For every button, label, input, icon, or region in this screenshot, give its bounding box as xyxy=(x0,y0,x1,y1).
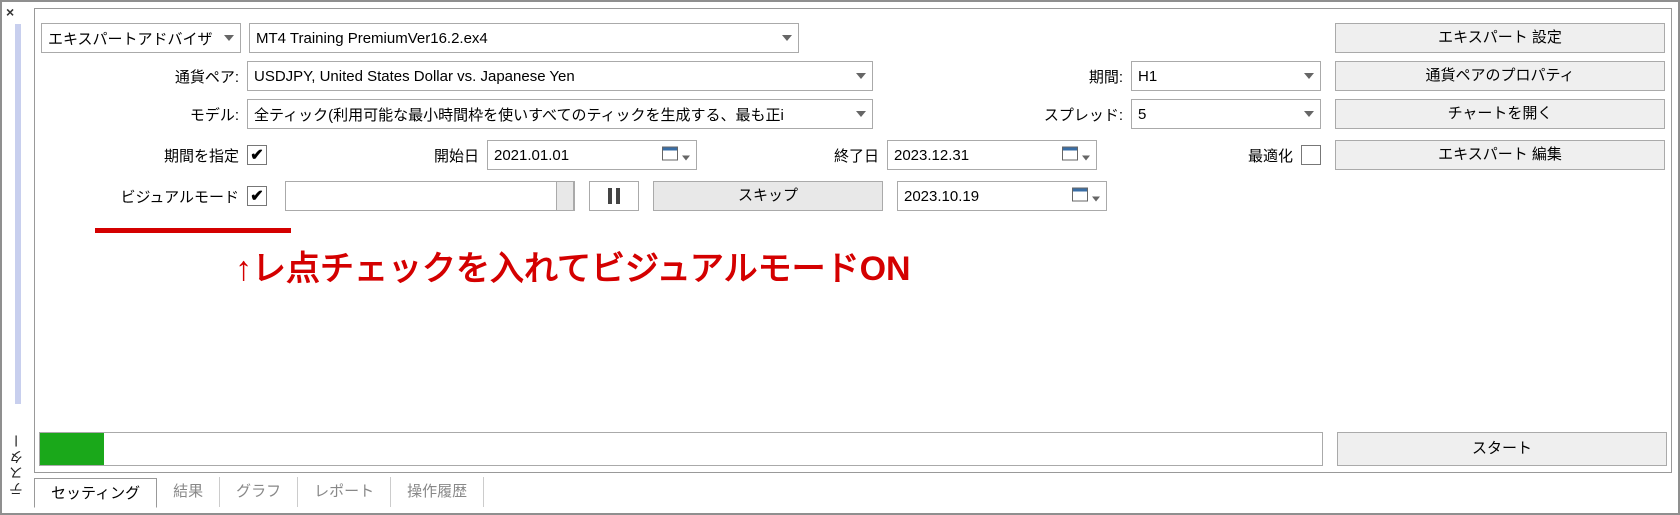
tab-results[interactable]: 結果 xyxy=(157,477,220,507)
from-label: 開始日 xyxy=(417,145,487,166)
expert-type-combo[interactable]: エキスパートアドバイザ xyxy=(41,23,241,53)
annotation-underline xyxy=(95,228,291,233)
rail-title: テスター xyxy=(6,432,26,496)
calendar-icon xyxy=(1062,147,1090,164)
open-chart-button[interactable]: チャートを開く xyxy=(1335,99,1665,129)
chevron-down-icon xyxy=(1304,111,1314,117)
calendar-icon xyxy=(1072,188,1100,205)
speed-slider[interactable] xyxy=(285,181,575,211)
tab-journal[interactable]: 操作履歴 xyxy=(391,477,484,507)
close-icon[interactable]: × xyxy=(6,4,14,20)
expert-type-label: エキスパートアドバイザ xyxy=(48,28,213,49)
spread-value: 5 xyxy=(1138,106,1146,123)
pause-bar-icon xyxy=(616,188,620,204)
tab-graph[interactable]: グラフ xyxy=(220,477,298,507)
optimize-label: 最適化 xyxy=(1231,145,1301,166)
chevron-down-icon xyxy=(224,35,234,41)
expert-file-combo[interactable]: MT4 Training PremiumVer16.2.ex4 xyxy=(249,23,799,53)
symbol-value: USDJPY, United States Dollar vs. Japanes… xyxy=(254,68,575,85)
skip-button[interactable]: スキップ xyxy=(653,181,883,211)
visual-date-input[interactable]: 2023.10.19 xyxy=(897,181,1107,211)
chevron-down-icon xyxy=(856,73,866,79)
tester-panel: エキスパートアドバイザ MT4 Training PremiumVer16.2.… xyxy=(34,8,1672,473)
symbol-label: 通貨ペア: xyxy=(41,66,247,87)
period-combo[interactable]: H1 xyxy=(1131,61,1321,91)
start-button[interactable]: スタート xyxy=(1337,432,1667,466)
calendar-icon xyxy=(662,147,690,164)
annotation-text: ↑レ点チェックを入れてビジュアルモードON xyxy=(235,241,911,290)
chevron-down-icon xyxy=(1304,73,1314,79)
to-date-value: 2023.12.31 xyxy=(894,147,969,164)
rail-indicator xyxy=(15,24,21,404)
modify-expert-button[interactable]: エキスパート 編集 xyxy=(1335,140,1665,170)
to-label: 終了日 xyxy=(817,145,887,166)
symbol-properties-button[interactable]: 通貨ペアのプロパティ xyxy=(1335,61,1665,91)
expert-file-value: MT4 Training PremiumVer16.2.ex4 xyxy=(256,30,488,47)
pause-bar-icon xyxy=(608,188,612,204)
period-value: H1 xyxy=(1138,68,1157,85)
pause-button[interactable] xyxy=(589,181,639,211)
visual-mode-checkbox[interactable] xyxy=(247,186,267,206)
progress-bar xyxy=(39,432,1323,466)
bottom-tabs: セッティング 結果 グラフ レポート 操作履歴 xyxy=(34,475,484,507)
chevron-down-icon xyxy=(856,111,866,117)
spread-label: スプレッド: xyxy=(1011,104,1131,125)
use-date-label: 期間を指定 xyxy=(41,145,247,166)
to-date-input[interactable]: 2023.12.31 xyxy=(887,140,1097,170)
slider-thumb[interactable] xyxy=(556,181,574,211)
optimize-checkbox[interactable] xyxy=(1301,145,1321,165)
use-date-checkbox[interactable] xyxy=(247,145,267,165)
visual-mode-label: ビジュアルモード xyxy=(41,186,247,207)
model-combo[interactable]: 全ティック(利用可能な最小時間枠を使いすべてのティックを生成する、最も正i xyxy=(247,99,873,129)
visual-date-value: 2023.10.19 xyxy=(904,188,979,205)
symbol-combo[interactable]: USDJPY, United States Dollar vs. Japanes… xyxy=(247,61,873,91)
model-value: 全ティック(利用可能な最小時間枠を使いすべてのティックを生成する、最も正i xyxy=(254,104,784,125)
tab-settings[interactable]: セッティング xyxy=(34,478,157,508)
from-date-input[interactable]: 2021.01.01 xyxy=(487,140,697,170)
chevron-down-icon xyxy=(782,35,792,41)
model-label: モデル: xyxy=(41,104,247,125)
tab-report[interactable]: レポート xyxy=(298,477,391,507)
from-date-value: 2021.01.01 xyxy=(494,147,569,164)
spread-combo[interactable]: 5 xyxy=(1131,99,1321,129)
expert-properties-button[interactable]: エキスパート 設定 xyxy=(1335,23,1665,53)
progress-fill xyxy=(40,433,104,465)
side-rail: テスター xyxy=(4,22,30,502)
period-label: 期間: xyxy=(1051,66,1131,87)
